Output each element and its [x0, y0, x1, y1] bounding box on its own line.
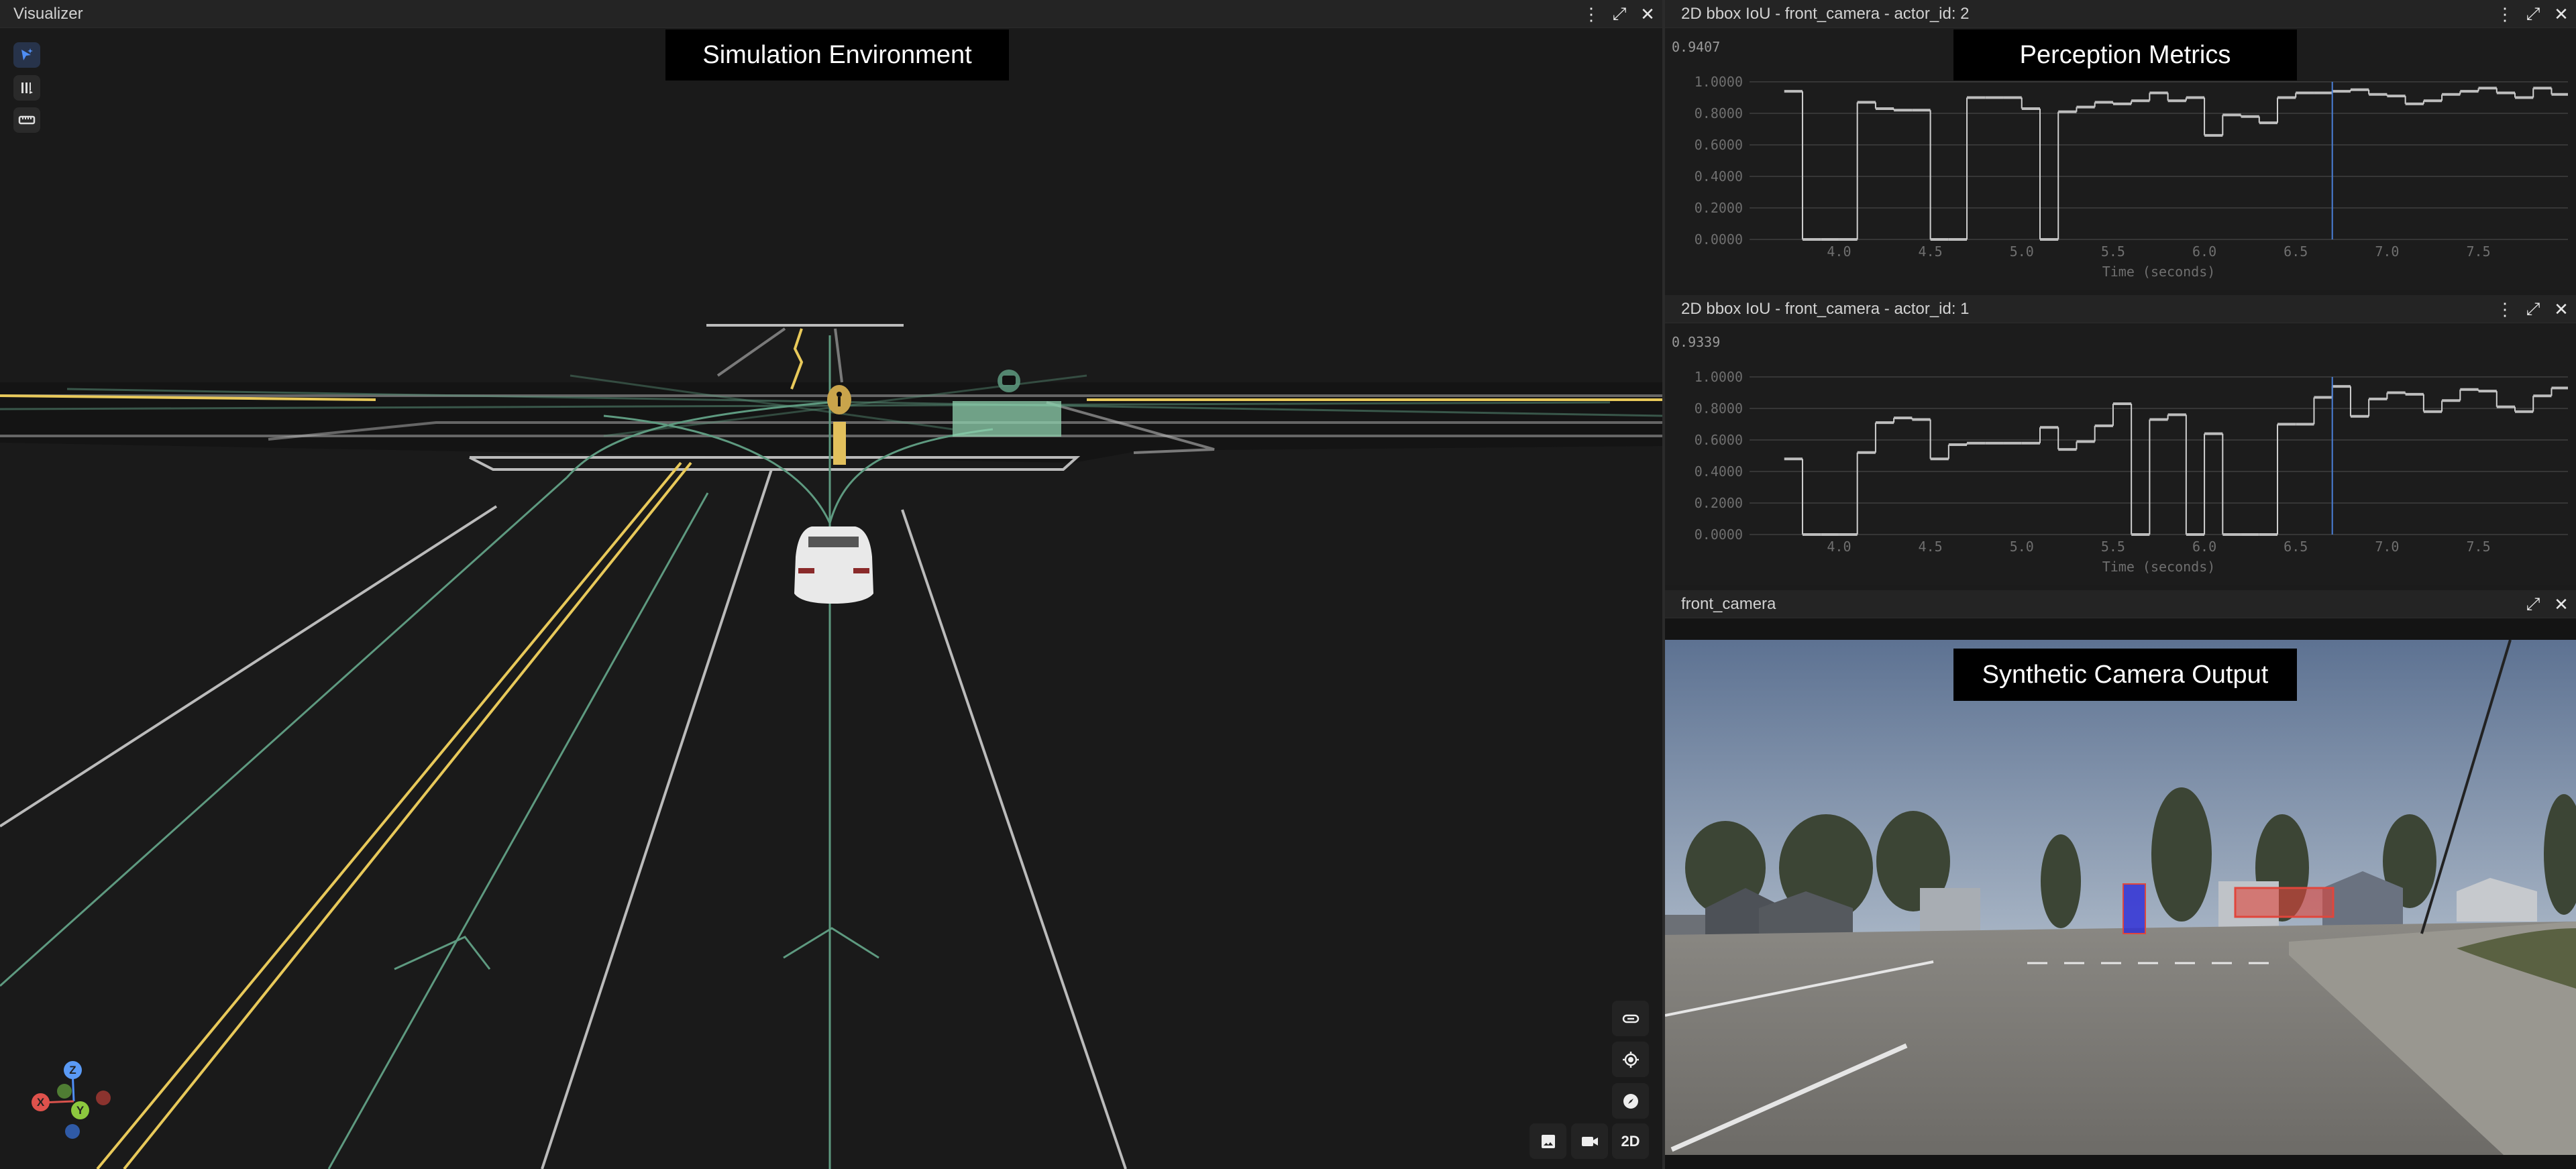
link-icon: [1622, 1014, 1639, 1023]
y-tick-label: 0.6000: [1695, 137, 1743, 153]
chart-title: 2D bbox IoU - front_camera - actor_id: 1: [1681, 299, 1970, 318]
pedestrian-box: [833, 422, 846, 465]
y-tick-label: 0.0000: [1695, 231, 1743, 247]
image-icon: [1541, 1134, 1555, 1148]
recenter-button[interactable]: [1612, 1042, 1649, 1077]
y-tick-label: 0.2000: [1695, 495, 1743, 511]
visualizer-panel[interactable]: Visualizer ⋮ ⤢ ✕ Simulation Environment …: [0, 0, 1662, 1169]
current-value-readout: 0.9407: [1672, 39, 1721, 55]
3d-scene-canvas[interactable]: [0, 0, 1662, 1169]
x-tick-label: 5.0: [2010, 539, 2034, 555]
close-icon[interactable]: ✕: [2552, 594, 2571, 614]
visualizer-header: Visualizer ⋮ ⤢ ✕: [0, 0, 1662, 28]
close-icon[interactable]: ✕: [1638, 4, 1657, 24]
expand-icon[interactable]: ⤢: [1610, 3, 1629, 23]
vehicle-bbox: [2234, 887, 2334, 918]
detected-vehicle-box: [953, 401, 1061, 437]
compass-icon: [1623, 1093, 1638, 1109]
expand-icon[interactable]: ⤢: [2524, 298, 2542, 319]
more-options-icon[interactable]: ⋮: [1582, 4, 1601, 24]
camera-header: front_camera ⤢ ✕: [1665, 590, 2576, 618]
measure-tool-button[interactable]: [13, 107, 40, 133]
x-tick-label: 4.5: [1919, 243, 1943, 260]
iou-chart-panel-actor-1: 2D bbox IoU - front_camera - actor_id: 1…: [1665, 295, 2576, 585]
x-tick-label: 7.0: [2375, 243, 2399, 260]
iou-chart-actor-1[interactable]: 0.0000 0.2000 0.4000 0.6000 0.8000 1.0000 4.0 4…: [1665, 323, 2576, 585]
x-tick-label: 5.0: [2010, 243, 2034, 260]
y-tick-label: 0.0000: [1695, 526, 1743, 543]
y-tick-label: 0.8000: [1695, 400, 1743, 416]
expand-icon[interactable]: ⤢: [2524, 594, 2542, 614]
more-options-icon[interactable]: ⋮: [2496, 4, 2514, 24]
x-axis-label: Time (seconds): [2102, 264, 2216, 280]
target-icon: [1622, 1051, 1639, 1068]
y-tick-label: 0.2000: [1695, 200, 1743, 216]
expand-icon[interactable]: ⤢: [2524, 3, 2542, 23]
x-tick-label: 4.0: [1827, 243, 1851, 260]
chart-header: 2D bbox IoU - front_camera - actor_id: 1…: [1665, 295, 2576, 323]
x-axis-label: Time (seconds): [2102, 559, 2216, 575]
y-tick-label: 0.4000: [1695, 168, 1743, 184]
chart-title: 2D bbox IoU - front_camera - actor_id: 2: [1681, 4, 1970, 23]
current-value-readout: 0.9339: [1672, 334, 1721, 350]
screenshot-button[interactable]: [1529, 1123, 1566, 1159]
close-icon[interactable]: ✕: [2552, 4, 2571, 24]
chart-header: 2D bbox IoU - front_camera - actor_id: 2…: [1665, 0, 2576, 28]
ego-vehicle: [794, 526, 873, 604]
x-tick-label: 5.5: [2101, 243, 2125, 260]
measure-icon: [18, 115, 36, 125]
y-tick-label: 1.0000: [1695, 74, 1743, 90]
video-camera-icon: [1581, 1136, 1598, 1146]
x-tick-label: 6.5: [2284, 539, 2308, 555]
layers-tool-button[interactable]: [13, 75, 40, 101]
more-options-icon[interactable]: ⋮: [2496, 299, 2514, 319]
close-icon[interactable]: ✕: [2552, 299, 2571, 319]
x-tick-label: 4.5: [1919, 539, 1943, 555]
x-tick-label: 6.5: [2284, 243, 2308, 260]
record-video-button[interactable]: [1571, 1123, 1608, 1159]
y-tick-label: 0.6000: [1695, 432, 1743, 448]
simulation-environment-label: Simulation Environment: [665, 30, 1009, 80]
x-tick-label: 6.0: [2192, 243, 2216, 260]
link-camera-button[interactable]: [1612, 1001, 1649, 1036]
gizmo-neg-z[interactable]: [65, 1124, 80, 1139]
camera-title: front_camera: [1681, 594, 1776, 613]
gizmo-y-axis[interactable]: Y: [71, 1101, 89, 1119]
y-tick-label: 1.0000: [1695, 369, 1743, 385]
x-tick-label: 6.0: [2192, 539, 2216, 555]
x-tick-label: 7.5: [2467, 243, 2491, 260]
synthetic-camera-output-label: Synthetic Camera Output: [1953, 649, 2297, 701]
select-tool-button[interactable]: [13, 42, 40, 68]
x-tick-label: 4.0: [1827, 539, 1851, 555]
toggle-2d-button[interactable]: 2D: [1612, 1123, 1649, 1159]
camera-image: [1665, 640, 2576, 1155]
select-icon: [21, 48, 33, 60]
gizmo-x-axis[interactable]: X: [32, 1093, 50, 1111]
x-tick-label: 5.5: [2101, 539, 2125, 555]
y-tick-label: 0.4000: [1695, 463, 1743, 480]
y-tick-label: 0.8000: [1695, 105, 1743, 121]
pedestrian-bbox: [2123, 883, 2146, 934]
x-tick-label: 7.0: [2375, 539, 2399, 555]
perception-metrics-label: Perception Metrics: [1953, 30, 2297, 80]
compass-button[interactable]: [1612, 1083, 1649, 1119]
x-tick-label: 7.5: [2467, 539, 2491, 555]
ruler-layers-icon: [21, 82, 33, 94]
gizmo-neg-y[interactable]: [57, 1084, 72, 1099]
gizmo-z-axis[interactable]: Z: [64, 1061, 82, 1079]
visualizer-title: Visualizer: [13, 4, 83, 23]
gizmo-neg-x[interactable]: [96, 1091, 111, 1105]
